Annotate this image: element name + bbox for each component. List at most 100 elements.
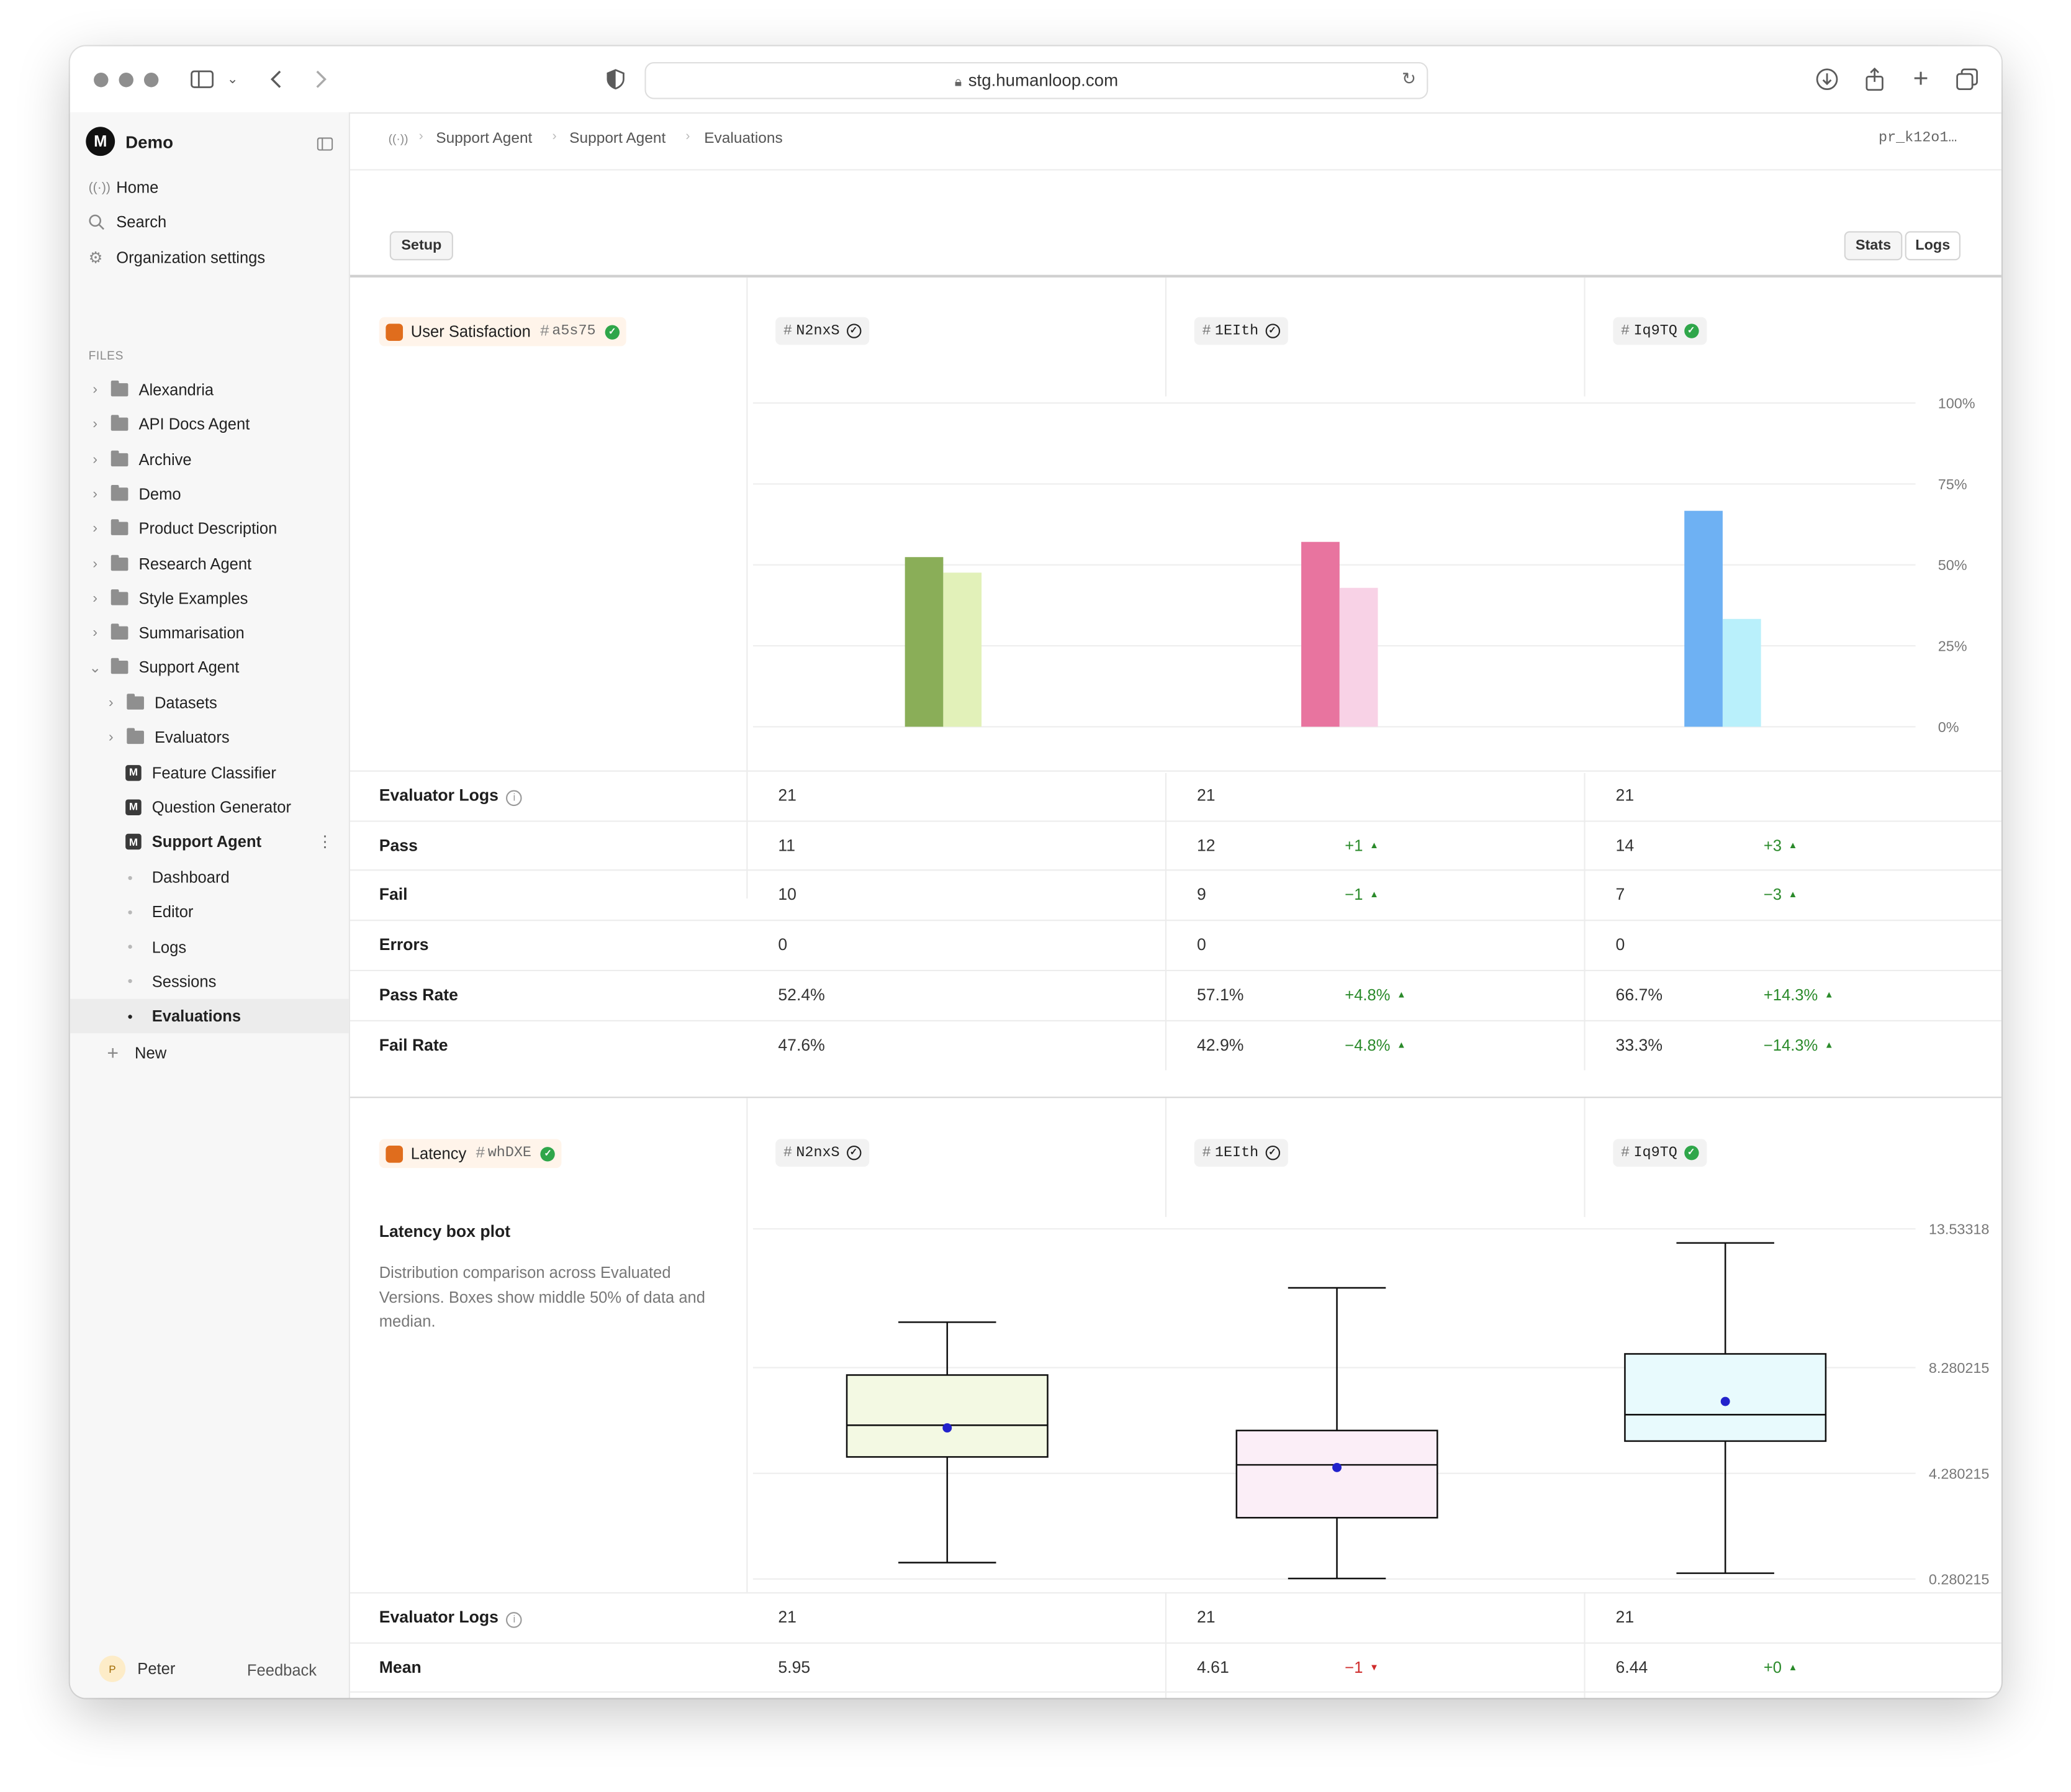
sidebar-folder[interactable]: › Research Agent [89,548,252,579]
stats-button[interactable]: Stats [1844,231,1903,261]
check-circle-icon: ✓ [846,324,861,338]
metric-value: 33.3% [1615,1035,1663,1054]
metric-value: 0 [1196,935,1206,954]
chevron-right-icon: › [108,695,114,711]
sidebar-folder[interactable]: ⌄ Support Agent [89,652,239,684]
chevron-down-icon[interactable]: ⌄ [225,65,241,94]
sidebar-file[interactable]: M Support Agent ⋮ [104,826,333,858]
forward-icon[interactable] [310,65,332,94]
reload-icon[interactable]: ↻ [1402,69,1416,90]
delta-value: +1 [1345,836,1363,855]
metric-delta: +4.8% ▲ [1345,985,1406,1004]
share-icon[interactable] [1861,65,1888,94]
sidebar-folder-label: Product Description [138,519,277,538]
new-tab-icon[interactable]: + [1908,64,1934,94]
sidebar-toggle-icon[interactable] [189,65,215,94]
collapse-sidebar-icon[interactable] [317,133,333,157]
evaluator-tag-latency[interactable]: Latency # whDXE ✓ [379,1139,562,1169]
sidebar-folder[interactable]: › Style Examples [89,582,248,614]
sidebar-page[interactable]: Evaluations [128,1000,241,1032]
info-icon[interactable]: i [506,790,523,807]
sidebar-file[interactable]: › Datasets [104,687,217,719]
nav-organization-settings[interactable]: ⚙ Organization settings [89,242,266,273]
sidebar-folder[interactable]: › Alexandria [89,374,214,405]
sidebar-folder[interactable]: › Demo [89,478,181,510]
url-bar[interactable]: 🔒︎ stg.humanloop.com ↻ [644,62,1428,99]
version-tag[interactable]: # Iq9TQ ✓ [1613,317,1707,345]
file-id[interactable]: pr_k12o1… [1879,131,1957,147]
breadcrumb-separator-icon: › [552,129,557,144]
sidebar-page[interactable]: Dashboard [128,861,230,893]
logs-button[interactable]: Logs [1905,231,1960,261]
column-divider [1584,1098,1586,1217]
more-options-icon[interactable]: ⋮ [317,833,333,851]
metric-label: Fail [379,886,408,905]
new-file-button[interactable]: + New [107,1037,166,1069]
minimize-window-button[interactable] [119,73,133,88]
metric-value: 5.95 [778,1657,811,1677]
breadcrumb-item-2[interactable]: Support Agent [569,131,666,147]
metric-value: 11 [778,836,796,855]
breadcrumb-item-3[interactable]: Evaluations [704,131,783,147]
metric-label-text: Fail [379,885,408,905]
sidebar-folder[interactable]: › Summarisation [89,617,245,649]
download-icon[interactable] [1814,65,1841,94]
tabs-overview-icon[interactable] [1954,65,1980,94]
metric-delta: −1 ▲ [1345,886,1379,905]
delta-value: +4.8% [1345,985,1391,1004]
folder-icon [111,623,129,640]
delta-value: +14.3% [1763,985,1818,1004]
version-tag[interactable]: #1EIth ✓ [1194,317,1288,345]
sidebar-folder[interactable]: › Archive [89,443,192,475]
triangle-up-icon: ▲ [1397,1040,1406,1050]
chevron-right-icon: › [92,625,98,641]
files-header: FILES [88,348,124,363]
version-tag[interactable]: # N2nxS ✓ [775,1139,869,1167]
bullet-icon [128,910,132,915]
main-content: ((·)) › Support Agent › Support Agent › … [350,112,2001,1698]
nav-search[interactable]: Search [89,206,167,238]
metric-value: 7 [1615,885,1625,905]
nav-home[interactable]: ((·)) Home [89,172,159,204]
version-tag[interactable]: # N2nxS ✓ [775,317,869,345]
shield-icon[interactable] [603,65,627,94]
evaluator-tag-satisfaction[interactable]: User Satisfaction # a5s75 ✓ [379,317,626,346]
close-window-button[interactable] [94,73,109,88]
maximize-window-button[interactable] [143,73,159,88]
setup-button[interactable]: Setup [389,231,453,261]
user-menu[interactable]: P Peter [99,1655,175,1682]
version-tag[interactable]: # Iq9TQ ✓ [1613,1139,1707,1167]
sidebar-folder[interactable]: › Product Description [89,513,277,545]
sidebar-page[interactable]: Logs [128,931,186,962]
bullet-icon [128,1014,132,1019]
sidebar-page[interactable]: Editor [128,896,193,928]
sidebar-file-label: Datasets [154,694,217,712]
sidebar-folder[interactable]: › API Docs Agent [89,409,250,440]
prompt-icon: M [125,799,142,815]
metric-value: 52.4% [778,985,825,1004]
version-id: Iq9TQ [1633,323,1677,339]
feedback-link[interactable]: Feedback [247,1661,317,1680]
breadcrumb-item-1[interactable]: Support Agent [436,131,532,147]
version-tag[interactable]: #1EIth ✓ [1194,1139,1288,1167]
workspace-switcher[interactable]: M Demo [86,127,173,156]
sidebar-file-label: Evaluators [154,728,230,747]
metric-label-text: Evaluator Logs [379,1608,499,1627]
sidebar-file[interactable]: M Feature Classifier [104,756,276,788]
row-divider [350,969,2001,971]
sidebar-file[interactable]: › Evaluators [104,722,230,754]
metric-value: 21 [1196,786,1216,805]
info-icon[interactable]: i [506,1612,523,1628]
metric-value: 0 [1615,935,1625,954]
nav-settings-label: Organization settings [116,248,266,267]
sidebar-page[interactable]: Sessions [128,966,216,997]
metric-value: 21 [1196,1608,1216,1627]
sidebar-file[interactable]: M Question Generator [104,791,291,823]
metric-value: 9 [1196,885,1206,905]
nav-search-label: Search [116,212,167,232]
iqr-box [1235,1429,1438,1519]
nav-home-label: Home [116,178,159,197]
triangle-down-icon: ▼ [1369,1663,1379,1673]
back-icon[interactable] [266,65,287,94]
metric-label-text: Pass [379,836,418,855]
